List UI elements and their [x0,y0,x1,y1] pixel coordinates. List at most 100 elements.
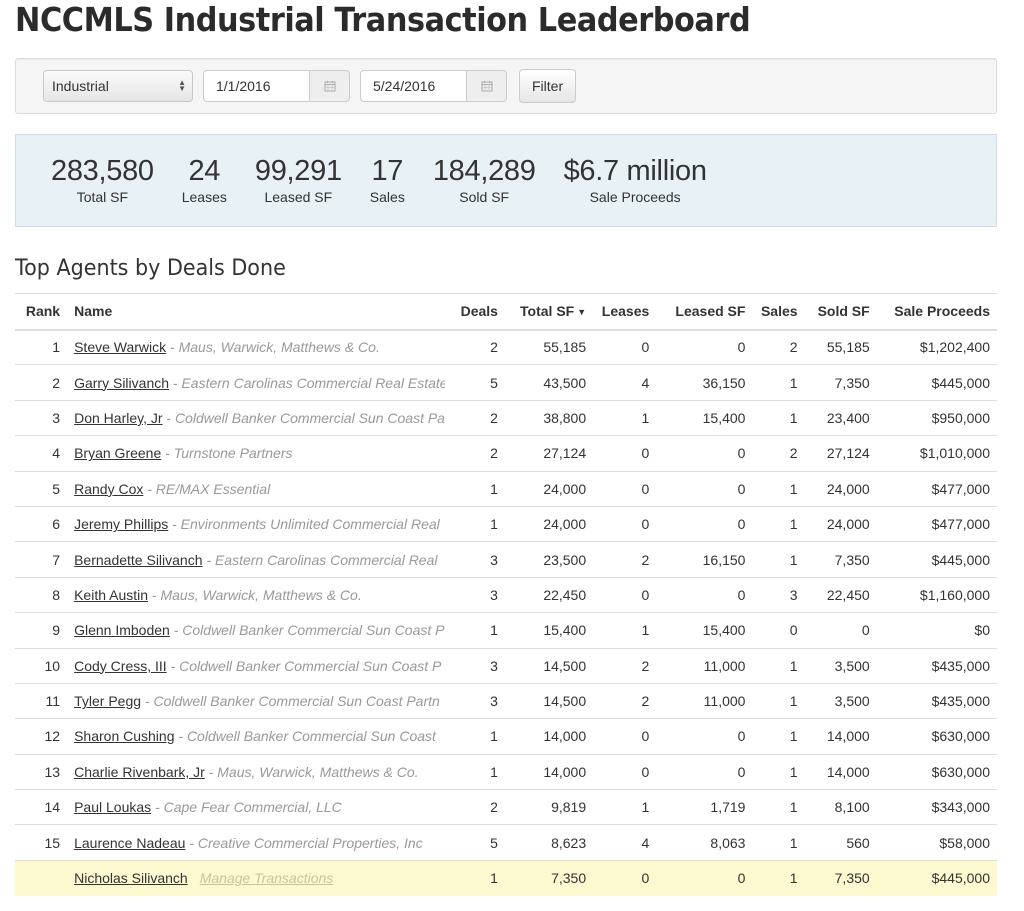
deals-cell: 1 [452,612,505,649]
leases-cell: 0 [593,718,657,755]
calendar-icon[interactable] [309,70,350,102]
agent-name-link[interactable]: Laurence Nadeau [74,835,185,851]
manage-transactions-link[interactable]: Manage Transactions [200,870,334,886]
agent-company: - Coldwell Banker Commercial Sun Coast P… [162,409,445,426]
agent-name-link[interactable]: Bryan Greene [74,445,161,461]
sales-cell: 1 [752,859,805,896]
agent-name-link[interactable]: Nicholas Silivanch [74,870,188,886]
stat-value: 17 [371,155,404,187]
agent-name-link[interactable]: Don Harley, Jr [74,410,162,426]
leases-cell: 0 [593,753,657,790]
agent-name-link[interactable]: Bernadette Silivanch [74,552,202,568]
agent-name-link[interactable]: Jeremy Phillips [74,516,168,532]
col-leased-sf[interactable]: Leased SF [656,293,753,331]
deals-cell: 1 [452,718,505,755]
col-deals[interactable]: Deals [452,293,505,331]
sale-proceeds-cell: $435,000 [876,647,997,684]
leased-sf-cell: 16,150 [656,541,753,578]
leases-cell: 0 [593,328,657,365]
table-row: 15 Laurence Nadeau - Creative Commercial… [15,824,997,861]
sale-proceeds-cell: $445,000 [876,364,997,401]
agent-company: - Maus, Warwick, Matthews & Co. [204,763,419,780]
stat-value: $6.7 million [563,155,707,187]
leased-sf-cell: 0 [656,328,753,365]
agent-name-link[interactable]: Glenn Imboden [74,622,170,638]
agent-name-link[interactable]: Sharon Cushing [74,728,174,744]
deals-cell: 3 [452,541,505,578]
col-sale-proceeds[interactable]: Sale Proceeds [876,293,997,331]
col-total-sf[interactable]: Total SF ▼ [504,293,594,331]
table-header-row: Rank Name Deals Total SF ▼ Leases Leased … [15,293,997,331]
total-sf-cell: 14,000 [504,718,594,755]
filter-button[interactable]: Filter [519,69,577,103]
col-rank[interactable]: Rank [15,293,68,331]
sales-cell: 1 [752,505,805,542]
leased-sf-cell: 0 [656,859,753,896]
stat-sales: 17 Sales [370,153,405,205]
table-row: 6 Jeremy Phillips - Environments Unlimit… [15,505,997,542]
end-date-input[interactable]: 5/24/2016 [360,70,466,102]
leased-sf-cell: 8,063 [656,824,753,861]
sales-cell: 1 [752,541,805,578]
sold-sf-cell: 22,450 [804,576,877,613]
agent-company: - Turnstone Partners [161,445,293,462]
leased-sf-cell: 15,400 [656,399,753,436]
col-name[interactable]: Name [67,293,453,331]
total-sf-cell: 8,623 [504,824,594,861]
leases-cell: 2 [593,682,657,719]
rank-cell: 11 [15,682,68,719]
agent-company: - Environments Unlimited Commercial Real [168,516,440,533]
name-cell: Glenn Imboden - Coldwell Banker Commerci… [67,612,453,649]
agent-name-link[interactable]: Cody Cress, III [74,658,167,674]
col-leases[interactable]: Leases [593,293,657,331]
sale-proceeds-cell: $477,000 [876,505,997,542]
sales-cell: 1 [752,824,805,861]
sales-cell: 1 [752,399,805,436]
sales-cell: 1 [752,647,805,684]
agent-name-link[interactable]: Garry Silivanch [74,375,169,391]
sold-sf-cell: 7,350 [804,364,877,401]
calendar-icon[interactable] [466,70,507,102]
property-type-select[interactable]: Industrial ▲ ▼ [43,70,193,102]
stat-leases: 24 Leases [182,153,227,205]
leased-sf-cell: 11,000 [656,647,753,684]
agent-name-link[interactable]: Charlie Rivenbark, Jr [74,764,205,780]
summary-stats: 283,580 Total SF 24 Leases 99,291 Leased… [15,134,997,227]
stat-value: 24 [188,155,221,187]
agent-name-link[interactable]: Steve Warwick [74,339,166,355]
start-date-input[interactable]: 1/1/2016 [203,70,309,102]
deals-cell: 1 [452,859,505,896]
property-type-value: Industrial [52,78,109,94]
leases-cell: 1 [593,612,657,649]
agent-name-link[interactable]: Paul Loukas [74,799,151,815]
leased-sf-cell: 0 [656,718,753,755]
stat-label: Leased SF [264,189,333,205]
agent-name-link[interactable]: Keith Austin [74,587,148,603]
leases-cell: 4 [593,824,657,861]
total-sf-cell: 7,350 [504,859,594,896]
stat-label: Sales [369,189,405,205]
leases-cell: 2 [593,647,657,684]
sales-cell: 2 [752,328,805,365]
col-sold-sf[interactable]: Sold SF [804,293,877,331]
table-body: 1 Steve Warwick - Maus, Warwick, Matthew… [15,328,997,896]
sales-cell: 1 [752,682,805,719]
agent-name-link[interactable]: Randy Cox [74,481,143,497]
rank-cell: 15 [15,824,68,861]
col-sales[interactable]: Sales [752,293,805,331]
leases-cell: 4 [593,364,657,401]
table-row: 4 Bryan Greene - Turnstone Partners 2 27… [15,435,997,472]
sold-sf-cell: 27,124 [804,435,877,472]
leases-cell: 1 [593,789,657,825]
stat-label: Sale Proceeds [589,189,681,205]
col-total-sf-label: Total SF [520,303,575,320]
page-title: NCCMLS Industrial Transaction Leaderboar… [15,0,751,39]
stat-value: 184,289 [432,155,536,187]
sale-proceeds-cell: $1,160,000 [876,576,997,613]
sale-proceeds-cell: $445,000 [876,541,997,578]
leases-cell: 0 [593,576,657,613]
agent-name-link[interactable]: Tyler Pegg [74,693,141,709]
rank-cell: 14 [15,789,68,825]
stat-leased-sf: 99,291 Leased SF [255,153,342,205]
sale-proceeds-cell: $1,010,000 [876,435,997,472]
